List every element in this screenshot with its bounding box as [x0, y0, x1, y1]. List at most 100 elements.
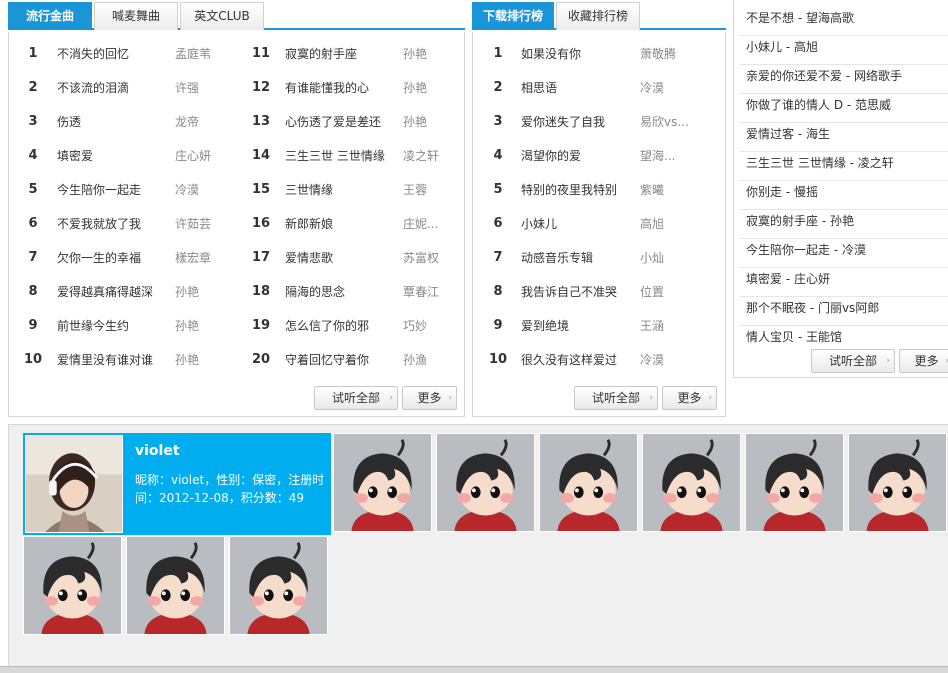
recent-song-link[interactable]: 爱情过客 - 海生 — [746, 120, 830, 149]
song-link[interactable]: 我告诉自己不准哭 — [521, 275, 617, 309]
artist-link[interactable]: 孙艳 — [403, 37, 427, 71]
recent-song-link[interactable]: 三生三世 三世情缘 - 凌之轩 — [746, 149, 894, 178]
member-avatar[interactable] — [126, 536, 225, 635]
member-avatar[interactable] — [333, 433, 432, 532]
panel-download-rank: 下载排行榜 收藏排行榜 1 如果没有你 萧敬腾 2 相思语 冷漠 3 爱你迷失了自我 易欣vs.… — [472, 0, 726, 417]
artist-link[interactable]: 位置 — [640, 275, 664, 309]
song-link[interactable]: 渴望你的爱 — [521, 139, 581, 173]
artist-link[interactable]: 紫曦 — [640, 173, 664, 207]
artist-link[interactable]: 樣宏章 — [175, 241, 211, 275]
recent-song-link[interactable]: 今生陪你一起走 - 冷漠 — [746, 236, 866, 265]
member-avatar[interactable] — [539, 433, 638, 532]
status-bar — [0, 666, 948, 673]
song-link[interactable]: 今生陪你一起走 — [57, 173, 141, 207]
artist-link[interactable]: 许强 — [175, 71, 199, 105]
artist-link[interactable]: 望海... — [640, 139, 675, 173]
artist-link[interactable]: 孙渔 — [403, 343, 427, 377]
recent-song-link[interactable]: 那个不眠夜 - 门丽vs阿郎 — [746, 294, 879, 323]
recent-song-link[interactable]: 你做了谁的情人 D - 范思威 — [746, 91, 891, 120]
chevron-right-icon: › — [649, 393, 653, 403]
cartoon-boy-avatar-icon — [540, 434, 637, 531]
song-link[interactable]: 不消失的回忆 — [57, 37, 129, 71]
artist-link[interactable]: 孙艳 — [403, 71, 427, 105]
artist-link[interactable]: 许茹芸 — [175, 207, 211, 241]
song-link[interactable]: 不爱我就放了我 — [57, 207, 141, 241]
members-area: violet 昵称：violet，性别：保密，注册时间：2012-12-08，积… — [8, 424, 948, 666]
song-link[interactable]: 伤透 — [57, 105, 81, 139]
song-link[interactable]: 三世情缘 — [285, 173, 333, 207]
tab-english-club[interactable]: 英文CLUB — [180, 2, 264, 30]
artist-link[interactable]: 高旭 — [640, 207, 664, 241]
artist-link[interactable]: 冷漠 — [640, 71, 664, 105]
song-link[interactable]: 特别的夜里我特别 — [521, 173, 617, 207]
song-link[interactable]: 寂寞的射手座 — [285, 37, 357, 71]
more-button[interactable]: 更多› — [662, 386, 717, 410]
listen-all-button[interactable]: 试听全部 › — [811, 349, 895, 373]
song-link[interactable]: 隔海的思念 — [285, 275, 345, 309]
member-avatar[interactable] — [642, 433, 741, 532]
song-link[interactable]: 新郎新娘 — [285, 207, 333, 241]
song-link[interactable]: 爱到绝境 — [521, 309, 569, 343]
artist-link[interactable]: 孟庭苇 — [175, 37, 211, 71]
artist-link[interactable]: 苏富权 — [403, 241, 439, 275]
song-link[interactable]: 守着回忆守着你 — [285, 343, 369, 377]
song-link[interactable]: 填密爱 — [57, 139, 93, 173]
song-link[interactable]: 有谁能懂我的心 — [285, 71, 369, 105]
recent-song-link[interactable]: 寂寞的射手座 - 孙艳 — [746, 207, 854, 236]
artist-link[interactable]: 萧敬腾 — [640, 37, 676, 71]
artist-link[interactable]: 易欣vs... — [640, 105, 689, 139]
member-avatar[interactable] — [436, 433, 535, 532]
song-link[interactable]: 如果没有你 — [521, 37, 581, 71]
song-link[interactable]: 怎么信了你的邪 — [285, 309, 369, 343]
more-button[interactable]: 更多› — [899, 349, 948, 373]
featured-member-name[interactable]: violet — [135, 443, 180, 459]
tab-download-rank[interactable]: 下载排行榜 — [472, 2, 554, 30]
artist-link[interactable]: 孙艳 — [175, 275, 199, 309]
song-link[interactable]: 不该流的泪滴 — [57, 71, 129, 105]
song-link[interactable]: 欠你一生的幸福 — [57, 241, 141, 275]
listen-all-label: 试听全部 — [591, 391, 640, 405]
recent-song-link[interactable]: 填密爱 - 庄心妍 — [746, 265, 830, 294]
recent-song-link[interactable]: 你别走 - 慢摇 — [746, 178, 818, 207]
artist-link[interactable]: 庄心妍 — [175, 139, 211, 173]
artist-link[interactable]: 孙艳 — [175, 309, 199, 343]
artist-link[interactable]: 凌之轩 — [403, 139, 439, 173]
listen-all-button[interactable]: 试听全部 › — [574, 386, 658, 410]
artist-link[interactable]: 王蓉 — [403, 173, 427, 207]
artist-link[interactable]: 覃春江 — [403, 275, 439, 309]
artist-link[interactable]: 巧妙 — [403, 309, 427, 343]
song-link[interactable]: 心伤透了爱是差还 — [285, 105, 381, 139]
artist-link[interactable]: 冷漠 — [175, 173, 199, 207]
song-link[interactable]: 很久没有这样爱过 — [521, 343, 617, 377]
member-avatar[interactable] — [745, 433, 844, 532]
song-link[interactable]: 前世缘今生约 — [57, 309, 129, 343]
member-avatar[interactable] — [23, 536, 122, 635]
song-link[interactable]: 动感音乐专辑 — [521, 241, 593, 275]
song-link[interactable]: 三生三世 三世情缘 — [285, 139, 385, 173]
recent-song-link[interactable]: 亲爱的你还爱不爱 - 网络歌手 — [746, 62, 902, 91]
artist-link[interactable]: 龙帝 — [175, 105, 199, 139]
song-link[interactable]: 小妹儿 — [521, 207, 557, 241]
recent-song-link[interactable]: 不是不想 - 望海高歌 — [746, 4, 854, 33]
member-avatar[interactable] — [848, 433, 947, 532]
tab-favorite-rank[interactable]: 收藏排行榜 — [556, 2, 640, 30]
song-link[interactable]: 相思语 — [521, 71, 557, 105]
featured-member-card[interactable]: violet 昵称：violet，性别：保密，注册时间：2012-12-08，积… — [23, 433, 331, 535]
artist-link[interactable]: 孙艳 — [175, 343, 199, 377]
artist-link[interactable]: 冷漠 — [640, 343, 664, 377]
artist-link[interactable]: 小灿 — [640, 241, 664, 275]
artist-link[interactable]: 王涵 — [640, 309, 664, 343]
song-link[interactable]: 爱情里没有谁对谁 — [57, 343, 153, 377]
recent-song-link[interactable]: 小妹儿 - 高旭 — [746, 33, 818, 62]
tab-dance[interactable]: 喊麦舞曲 — [94, 2, 178, 30]
listen-all-button[interactable]: 试听全部 › — [314, 386, 398, 410]
member-avatar[interactable] — [229, 536, 328, 635]
song-link[interactable]: 爱得越真痛得越深 — [57, 275, 153, 309]
artist-link[interactable]: 孙艳 — [403, 105, 427, 139]
more-button[interactable]: 更多› — [402, 386, 457, 410]
tab-popular-hits[interactable]: 流行金曲 — [8, 2, 92, 30]
song-link[interactable]: 爱情悲歌 — [285, 241, 333, 275]
song-link[interactable]: 爱你迷失了自我 — [521, 105, 605, 139]
featured-member-photo[interactable] — [25, 435, 123, 533]
artist-link[interactable]: 庄妮... — [403, 207, 438, 241]
